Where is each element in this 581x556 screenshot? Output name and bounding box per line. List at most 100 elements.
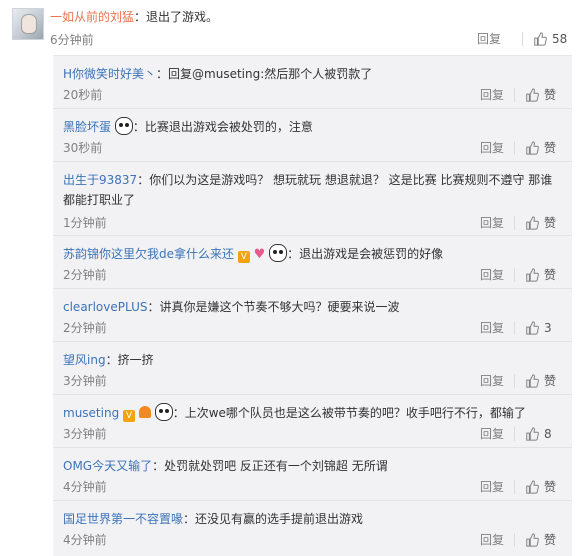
- sub-comment: 黑脸坏蛋 ：比赛退出游戏会被处罚的，注意 30秒前 回复 赞: [53, 109, 572, 162]
- like-count: 58: [552, 31, 568, 46]
- sub-username[interactable]: H你微笑时好美丶: [63, 67, 156, 81]
- vip-badge-icon: V: [237, 251, 250, 263]
- sub-actions: 回复 8: [480, 425, 562, 442]
- divider: [514, 426, 515, 441]
- like-button[interactable]: 8: [525, 427, 562, 441]
- sub-comment: museting V ：上次we哪个队员也是这么被带节奏的吧？收手吧行不行，都输…: [53, 395, 572, 448]
- thumb-up-icon: [526, 87, 539, 102]
- divider: [514, 532, 515, 547]
- avatar-face: [21, 14, 37, 34]
- sub-time: 4分钟前: [63, 533, 107, 547]
- comment-actions: 回复 58: [477, 30, 570, 47]
- sub-actions: 回复 赞: [480, 372, 562, 389]
- like-label: 赞: [544, 88, 557, 102]
- sub-comment-list: H你微笑时好美丶：回复@museting:然后那个人被罚款了 20秒前 回复 赞…: [53, 55, 572, 556]
- sub-text: ：还没见有赢的选手提前退出游戏: [183, 512, 364, 526]
- sub-comment-line: 望风ing：挤一挤: [63, 350, 560, 370]
- sub-comment-line: H你微笑时好美丶：回复@museting:然后那个人被罚款了: [63, 64, 560, 84]
- sub-comment-line: museting V ：上次we哪个队员也是这么被带节奏的吧？收手吧行不行，都输…: [63, 403, 560, 423]
- sub-comment: H你微笑时好美丶：回复@museting:然后那个人被罚款了 20秒前 回复 赞: [53, 56, 572, 109]
- like-label: 赞: [544, 141, 557, 155]
- sub-username[interactable]: museting: [63, 406, 119, 420]
- sub-text: ：退出游戏是会被惩罚的好像: [287, 247, 444, 261]
- sub-username[interactable]: 苏韵锦你这里欠我de拿什么来还: [63, 247, 234, 261]
- sub-time: 4分钟前: [63, 480, 107, 494]
- reply-button[interactable]: 回复: [480, 425, 504, 442]
- like-button[interactable]: 赞: [525, 214, 562, 231]
- reply-button[interactable]: 回复: [480, 86, 504, 103]
- sub-comment-line: 黑脸坏蛋 ：比赛退出游戏会被处罚的，注意: [63, 117, 560, 137]
- reply-button[interactable]: 回复: [480, 266, 504, 283]
- like-label: 赞: [544, 480, 557, 494]
- sub-text: ：挤一挤: [105, 353, 154, 367]
- reply-button[interactable]: 回复: [480, 319, 504, 336]
- thumb-up-icon: [526, 267, 539, 282]
- thumb-up-icon: [534, 31, 547, 46]
- divider: [514, 215, 515, 230]
- thumb-up-icon: [526, 426, 539, 441]
- sub-comment: OMG今天又输了：处罚就处罚吧 反正还有一个刘锦超 无所谓 4分钟前 回复 赞: [53, 448, 572, 501]
- reply-button[interactable]: 回复: [477, 30, 501, 47]
- sub-text: ：回复@museting:然后那个人被罚款了: [156, 67, 373, 81]
- panda-emoji-icon: [269, 244, 288, 262]
- panda-emoji-icon: [114, 117, 133, 135]
- heart-badge-icon: ♥: [253, 247, 266, 262]
- vip-badge-icon: V: [123, 410, 136, 422]
- sub-comment-line: 国足世界第一不容置喙：还没见有赢的选手提前退出游戏: [63, 509, 560, 529]
- divider: [522, 31, 523, 46]
- sub-text: ：处罚就处罚吧 反正还有一个刘锦超 无所谓: [152, 459, 388, 473]
- sub-comment-line: 出生于93837：你们以为这是游戏吗？ 想玩就玩 想退就退？ 这是比赛 比赛规则…: [63, 170, 560, 210]
- sub-actions: 回复 赞: [480, 139, 562, 156]
- fan-badge-icon: [138, 406, 151, 418]
- comment-username[interactable]: 一如从前的刘猛: [50, 10, 134, 24]
- sub-time: 1分钟前: [63, 216, 107, 230]
- like-button[interactable]: 赞: [525, 86, 562, 103]
- comment-text: ：退出了游戏。: [134, 10, 219, 24]
- reply-button[interactable]: 回复: [480, 214, 504, 231]
- sub-username[interactable]: 出生于93837: [63, 173, 137, 187]
- sub-time: 2分钟前: [63, 321, 107, 335]
- like-button[interactable]: 赞: [525, 372, 562, 389]
- sub-username[interactable]: 黑脸坏蛋: [63, 120, 111, 134]
- sub-time: 2分钟前: [63, 268, 107, 282]
- like-button[interactable]: 赞: [525, 478, 562, 495]
- reply-button[interactable]: 回复: [480, 531, 504, 548]
- sub-comment-line: OMG今天又输了：处罚就处罚吧 反正还有一个刘锦超 无所谓: [63, 456, 560, 476]
- like-count: 8: [544, 426, 552, 441]
- like-button[interactable]: 3: [525, 321, 562, 335]
- like-button[interactable]: 赞: [525, 139, 562, 156]
- like-label: 赞: [544, 268, 557, 282]
- reply-button[interactable]: 回复: [480, 139, 504, 156]
- comment-time: 6分钟前: [50, 33, 94, 47]
- sub-time: 20秒前: [63, 88, 103, 102]
- reply-button[interactable]: 回复: [480, 372, 504, 389]
- main-comment: 一如从前的刘猛：退出了游戏。 6分钟前 回复 58: [0, 0, 581, 55]
- divider: [514, 320, 515, 335]
- sub-text: ：你们以为这是游戏吗？ 想玩就玩 想退就退？ 这是比赛 比赛规则不遵守 那谁都能…: [63, 173, 553, 207]
- sub-actions: 回复 赞: [480, 266, 562, 283]
- thumb-up-icon: [526, 532, 539, 547]
- sub-comment: 望风ing：挤一挤 3分钟前 回复 赞: [53, 342, 572, 395]
- like-button[interactable]: 58: [533, 32, 570, 46]
- like-count: 3: [544, 320, 552, 335]
- like-button[interactable]: 赞: [525, 531, 562, 548]
- sub-comment: 国足世界第一不容置喙：还没见有赢的选手提前退出游戏 4分钟前 回复 赞: [53, 501, 572, 556]
- sub-comment: 出生于93837：你们以为这是游戏吗？ 想玩就玩 想退就退？ 这是比赛 比赛规则…: [53, 162, 572, 236]
- comment-line: 一如从前的刘猛：退出了游戏。: [50, 8, 218, 25]
- divider: [514, 373, 515, 388]
- divider: [514, 267, 515, 282]
- sub-comment: 苏韵锦你这里欠我de拿什么来还 V ♥ ：退出游戏是会被惩罚的好像 2分钟前 回…: [53, 236, 572, 289]
- like-button[interactable]: 赞: [525, 266, 562, 283]
- sub-time: 3分钟前: [63, 427, 107, 441]
- sub-comment-line: clearlovePLUS：讲真你是嫌这个节奏不够大吗？硬要来说一波: [63, 297, 560, 317]
- sub-time: 30秒前: [63, 141, 103, 155]
- sub-username[interactable]: OMG今天又输了: [63, 459, 152, 473]
- sub-username[interactable]: 国足世界第一不容置喙: [63, 512, 183, 526]
- avatar[interactable]: [12, 8, 44, 40]
- reply-button[interactable]: 回复: [480, 478, 504, 495]
- sub-username[interactable]: 望风ing: [63, 353, 106, 367]
- divider: [514, 140, 515, 155]
- sub-username[interactable]: clearlovePLUS: [63, 300, 148, 314]
- thumb-up-icon: [526, 320, 539, 335]
- divider: [514, 479, 515, 494]
